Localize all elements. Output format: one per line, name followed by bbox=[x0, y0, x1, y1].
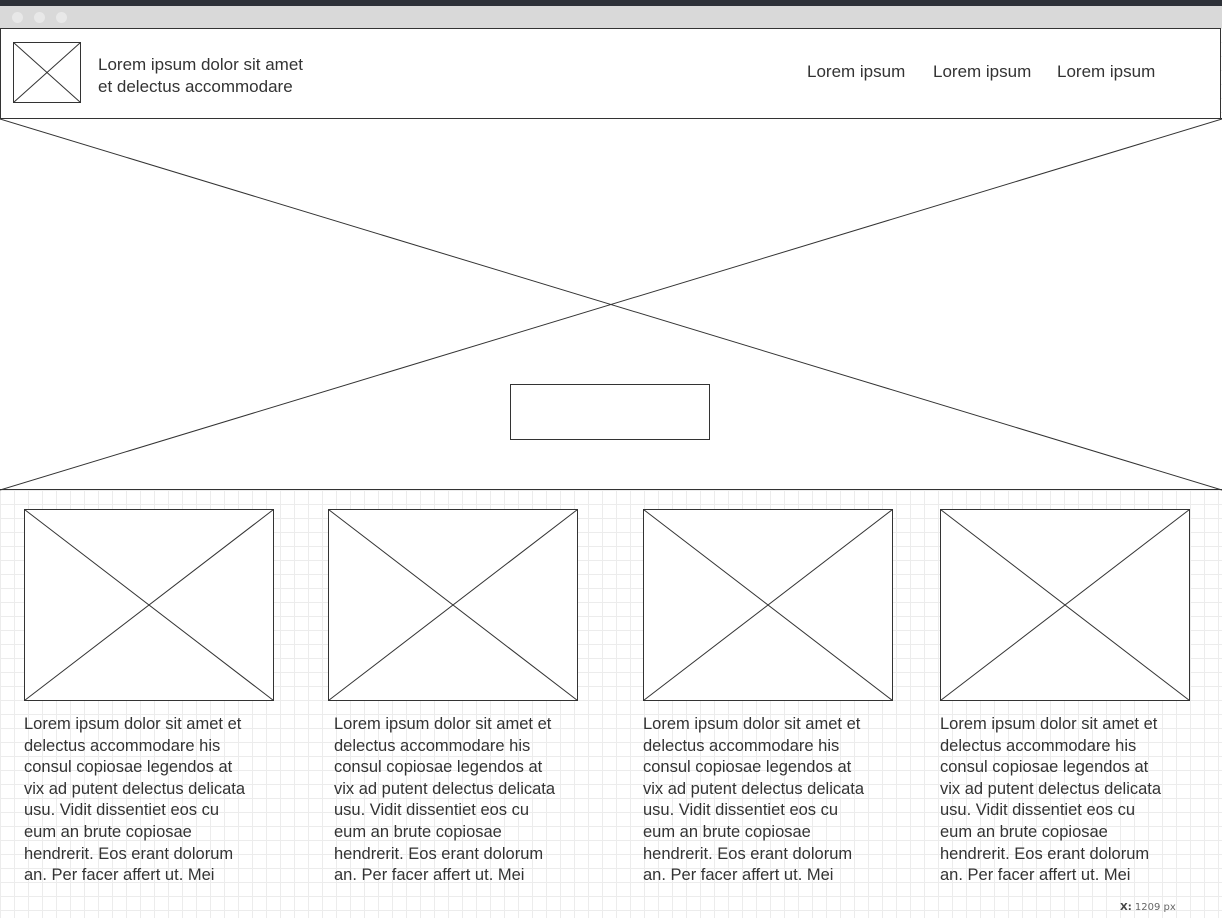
card-1-text: Lorem ipsum dolor sit amet et delectus a… bbox=[24, 714, 276, 887]
card-text-line: consul copiosae legendos at bbox=[334, 758, 543, 777]
card-text-line: Lorem ipsum dolor sit amet et bbox=[24, 715, 242, 733]
card-text-line: an. Per facer affert ut. Mei bbox=[24, 866, 215, 885]
card-1-image-placeholder-icon bbox=[24, 509, 274, 701]
card-text-line: vix ad putent delectus delicata bbox=[643, 779, 865, 798]
card-text-line: eum an brute copiosae bbox=[24, 822, 192, 841]
card-text-line: delectus accommodare his bbox=[334, 736, 531, 755]
card-4-text: Lorem ipsum dolor sit amet et delectus a… bbox=[940, 714, 1192, 887]
card-text-line: eum an brute copiosae bbox=[643, 822, 811, 841]
card-2-text: Lorem ipsum dolor sit amet et delectus a… bbox=[334, 714, 586, 887]
card-text-line: an. Per facer affert ut. Mei bbox=[940, 866, 1131, 885]
coord-axis-label: X: bbox=[1120, 902, 1132, 913]
site-header: Lorem ipsum dolor sit amet et delectus a… bbox=[0, 28, 1221, 118]
card-text-line: delectus accommodare his bbox=[643, 736, 840, 755]
card-text-line: hendrerit. Eos erant dolorum bbox=[643, 844, 853, 863]
card-text-line: an. Per facer affert ut. Mei bbox=[643, 866, 834, 885]
coord-value: 1209 px bbox=[1134, 902, 1176, 913]
nav-link-3[interactable]: Lorem ipsum bbox=[1057, 62, 1155, 82]
card-4-image-placeholder-icon bbox=[940, 509, 1190, 701]
card-text-line: usu. Vidit dissentiet eos cu bbox=[643, 801, 839, 820]
card-text-line: Lorem ipsum dolor sit amet et bbox=[643, 715, 861, 733]
site-tagline: Lorem ipsum dolor sit amet et delectus a… bbox=[98, 54, 303, 98]
card-text-line: Lorem ipsum dolor sit amet et bbox=[334, 715, 552, 733]
card-text-line: consul copiosae legendos at bbox=[24, 758, 233, 777]
card-text-line: hendrerit. Eos erant dolorum bbox=[24, 844, 234, 863]
card-text-line: usu. Vidit dissentiet eos cu bbox=[24, 801, 220, 820]
card-text-line: usu. Vidit dissentiet eos cu bbox=[334, 801, 530, 820]
card-text-line: eum an brute copiosae bbox=[334, 822, 502, 841]
logo-placeholder-icon bbox=[13, 42, 81, 103]
tagline-line-1: Lorem ipsum dolor sit amet bbox=[98, 55, 304, 74]
card-text-line: vix ad putent delectus delicata bbox=[940, 779, 1162, 798]
card-text-line: an. Per facer affert ut. Mei bbox=[334, 866, 525, 885]
window-maximize-dot[interactable] bbox=[56, 12, 67, 23]
cursor-coordinate-readout: X: 1209 px bbox=[1120, 902, 1176, 913]
hero-banner bbox=[0, 118, 1222, 491]
card-text-line: vix ad putent delectus delicata bbox=[334, 779, 556, 798]
window-minimize-dot[interactable] bbox=[34, 12, 45, 23]
nav-link-2[interactable]: Lorem ipsum bbox=[933, 62, 1031, 82]
window-close-dot[interactable] bbox=[12, 12, 23, 23]
card-text-line: Lorem ipsum dolor sit amet et bbox=[940, 715, 1158, 733]
card-2-image-placeholder-icon bbox=[328, 509, 578, 701]
card-3-image-placeholder-icon bbox=[643, 509, 893, 701]
card-text-line: delectus accommodare his bbox=[24, 736, 221, 755]
card-text-line: delectus accommodare his bbox=[940, 736, 1137, 755]
nav-link-1[interactable]: Lorem ipsum bbox=[807, 62, 905, 82]
card-text-line: consul copiosae legendos at bbox=[940, 758, 1149, 777]
card-text-line: hendrerit. Eos erant dolorum bbox=[940, 844, 1150, 863]
hero-cta-button[interactable] bbox=[510, 384, 710, 440]
card-text-line: usu. Vidit dissentiet eos cu bbox=[940, 801, 1136, 820]
card-3-text: Lorem ipsum dolor sit amet et delectus a… bbox=[643, 714, 895, 887]
window-titlebar bbox=[0, 6, 1222, 28]
card-text-line: vix ad putent delectus delicata bbox=[24, 779, 246, 798]
tagline-line-2: et delectus accommodare bbox=[98, 77, 293, 96]
card-text-line: hendrerit. Eos erant dolorum bbox=[334, 844, 544, 863]
card-text-line: eum an brute copiosae bbox=[940, 822, 1108, 841]
card-text-line: consul copiosae legendos at bbox=[643, 758, 852, 777]
